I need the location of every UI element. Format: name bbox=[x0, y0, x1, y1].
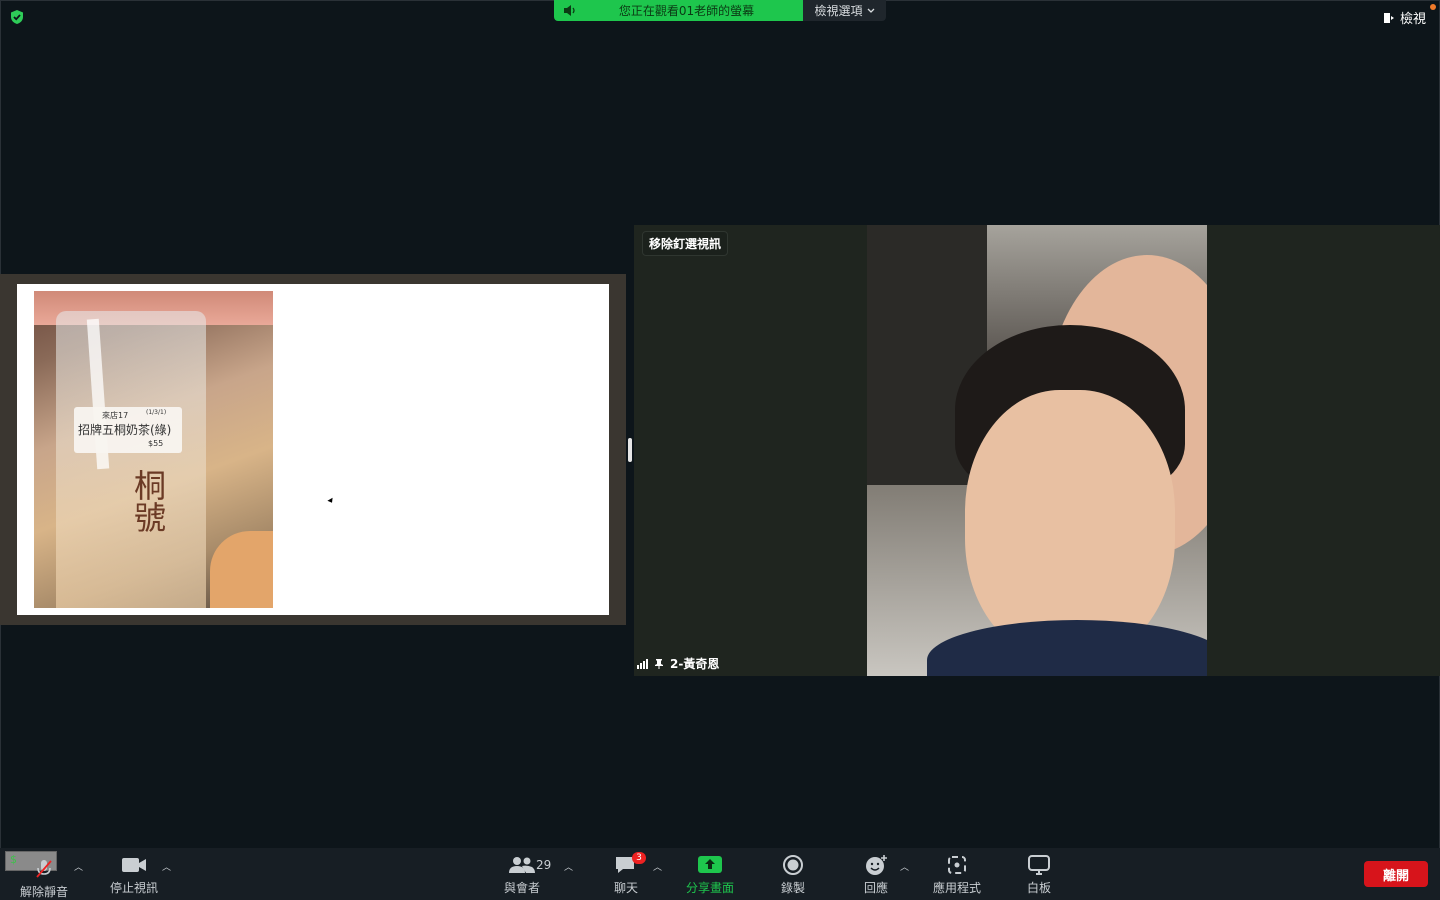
unmute-button[interactable]: 解除靜音 bbox=[20, 858, 68, 900]
viewing-screen-text: 您正在觀看01老師的螢幕 bbox=[618, 4, 755, 18]
video-options-caret-icon[interactable]: ︿ bbox=[162, 860, 171, 873]
video-camera-icon bbox=[122, 858, 146, 872]
view-layout-icon bbox=[1383, 12, 1394, 23]
cup-brand-text: 桐號 bbox=[129, 469, 167, 533]
speaker-icon bbox=[564, 5, 575, 16]
security-shield-icon[interactable] bbox=[9, 9, 25, 25]
view-button[interactable]: 檢視 bbox=[1383, 8, 1426, 27]
record-icon bbox=[783, 855, 803, 875]
chat-unread-badge: 3 bbox=[632, 852, 646, 864]
leave-button[interactable]: 離開 bbox=[1364, 861, 1428, 887]
screen-share-banner: 您正在觀看01老師的螢幕 檢視選項 bbox=[554, 0, 886, 21]
stop-video-label: 停止視訊 bbox=[110, 881, 159, 895]
reactions-button[interactable]: 回應 bbox=[864, 854, 888, 896]
apps-icon bbox=[948, 856, 966, 874]
pinned-video-tile[interactable]: 移除釘選視訊 2-黃奇恩 bbox=[634, 225, 1440, 676]
sticker-product-text: 招牌五桐奶茶(綠) bbox=[78, 423, 172, 437]
participant-video bbox=[867, 225, 1207, 676]
reactions-label: 回應 bbox=[864, 881, 889, 895]
hand bbox=[210, 531, 273, 608]
chat-label: 聊天 bbox=[614, 881, 639, 895]
sticker-order-text: (1/3/1) bbox=[146, 409, 167, 416]
microphone-muted-icon bbox=[36, 860, 52, 878]
chevron-down-icon bbox=[867, 8, 874, 13]
reactions-emoji-icon bbox=[866, 855, 887, 875]
sticker-price-text: $55 bbox=[148, 439, 164, 448]
shared-screen-area[interactable]: 來店17 (1/3/1) 招牌五桐奶茶(綠) $55 桐號 bbox=[0, 274, 626, 625]
record-button[interactable]: 錄製 bbox=[781, 854, 805, 896]
reactions-caret-icon[interactable]: ︿ bbox=[900, 860, 909, 873]
apps-button[interactable]: 應用程式 bbox=[933, 854, 981, 896]
view-options-dropdown[interactable]: 檢視選項 bbox=[803, 0, 886, 21]
share-screen-button[interactable]: 分享畫面 bbox=[686, 854, 734, 896]
view-options-label: 檢視選項 bbox=[814, 4, 863, 18]
chat-button[interactable]: 3 聊天 bbox=[614, 852, 646, 896]
unpin-video-button[interactable]: 移除釘選視訊 bbox=[642, 231, 729, 256]
participant-name: 2-黃奇恩 bbox=[670, 657, 720, 671]
whiteboard-icon bbox=[1028, 855, 1050, 875]
cup-body bbox=[56, 311, 206, 608]
stop-video-button[interactable]: 停止視訊 bbox=[110, 854, 158, 896]
viewing-screen-indicator: 您正在觀看01老師的螢幕 bbox=[554, 0, 803, 21]
participants-button[interactable]: 29 與會者 bbox=[504, 854, 551, 896]
apps-label: 應用程式 bbox=[933, 881, 982, 895]
participants-icon bbox=[509, 857, 535, 873]
meeting-toolbar: $ 解除靜音 ︿ 停止視訊 ︿ 29 與會者 ︿ 3 聊天 ︿ 分享畫面 錄製 … bbox=[0, 848, 1440, 900]
audio-options-caret-icon[interactable]: ︿ bbox=[74, 860, 83, 873]
unmute-label: 解除靜音 bbox=[20, 885, 69, 899]
notification-dot bbox=[1430, 4, 1436, 10]
pin-icon bbox=[655, 659, 663, 669]
chat-caret-icon[interactable]: ︿ bbox=[653, 860, 662, 873]
milk-tea-photo: 來店17 (1/3/1) 招牌五桐奶茶(綠) $55 桐號 bbox=[34, 291, 273, 608]
view-button-label: 檢視 bbox=[1399, 12, 1426, 27]
participant-name-tag: 2-黃奇恩 bbox=[637, 655, 719, 672]
participants-count: 29 bbox=[536, 858, 552, 872]
whiteboard-label: 白板 bbox=[1027, 881, 1052, 895]
cup-sticker: 來店17 (1/3/1) 招牌五桐奶茶(綠) $55 bbox=[74, 407, 182, 453]
sticker-store-text: 來店17 bbox=[102, 411, 129, 420]
thumbnail-text: $ bbox=[10, 853, 17, 866]
shared-slide: 來店17 (1/3/1) 招牌五桐奶茶(綠) $55 桐號 bbox=[17, 284, 609, 615]
share-screen-icon bbox=[698, 856, 722, 873]
whiteboard-button[interactable]: 白板 bbox=[1027, 854, 1051, 896]
participants-caret-icon[interactable]: ︿ bbox=[564, 860, 573, 873]
signal-strength-icon bbox=[637, 658, 648, 669]
mouse-cursor-icon bbox=[327, 497, 335, 505]
share-screen-label: 分享畫面 bbox=[686, 881, 735, 895]
shirt bbox=[927, 620, 1207, 676]
panel-splitter-handle[interactable] bbox=[628, 438, 632, 462]
record-label: 錄製 bbox=[781, 881, 806, 895]
participants-label: 與會者 bbox=[504, 881, 541, 895]
